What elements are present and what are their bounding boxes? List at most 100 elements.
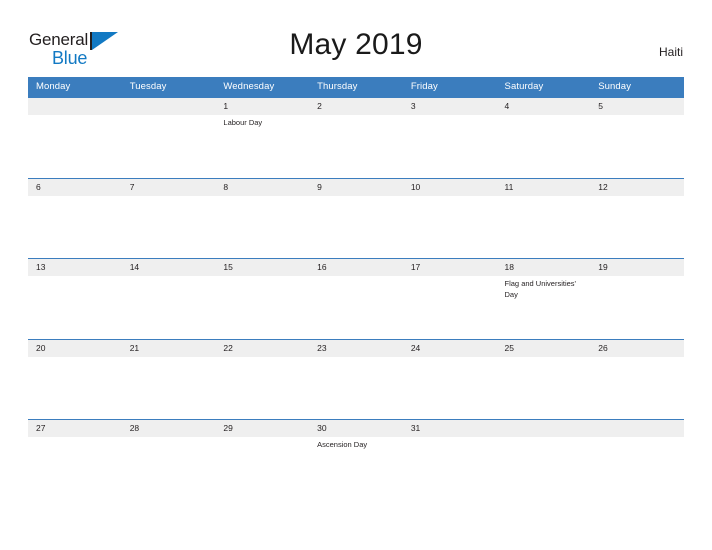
day-event bbox=[411, 357, 493, 360]
day-event bbox=[598, 276, 680, 279]
day-cell[interactable]: 1 Labour Day bbox=[215, 98, 309, 129]
day-event bbox=[411, 196, 493, 199]
day-cell[interactable]: 10 bbox=[403, 179, 497, 199]
week-row: 20 21 22 23 24 25 26 bbox=[28, 338, 684, 420]
page-title: May 2019 bbox=[289, 28, 423, 61]
day-cell[interactable]: 16 bbox=[309, 259, 403, 300]
day-event bbox=[317, 115, 399, 118]
day-cell[interactable]: 2 bbox=[309, 98, 403, 129]
day-number bbox=[505, 420, 591, 437]
weekday-header-sunday: Sunday bbox=[598, 81, 632, 92]
day-event bbox=[505, 196, 587, 199]
day-event bbox=[317, 357, 399, 360]
day-event bbox=[36, 437, 118, 440]
week-row: 6 7 8 9 10 11 12 bbox=[28, 177, 684, 259]
day-event: Ascension Day bbox=[317, 440, 368, 449]
day-number: 25 bbox=[504, 342, 514, 353]
day-event bbox=[317, 196, 399, 199]
day-cell[interactable]: 27 bbox=[28, 420, 122, 451]
day-cell[interactable]: 28 bbox=[122, 420, 216, 451]
day-number bbox=[130, 98, 216, 115]
day-number: 1 bbox=[223, 101, 229, 111]
day-cell[interactable] bbox=[590, 420, 684, 451]
day-cell[interactable]: 23 bbox=[309, 340, 403, 360]
day-number: 15 bbox=[223, 262, 233, 272]
day-cell[interactable]: 12 bbox=[590, 179, 684, 199]
day-number: 3 bbox=[410, 101, 416, 111]
day-number: 19 bbox=[598, 262, 608, 272]
day-cell[interactable]: 11 bbox=[497, 179, 591, 199]
day-cell[interactable]: 7 bbox=[122, 179, 216, 199]
day-event: Flag and Universities' Day bbox=[504, 279, 576, 299]
day-cell[interactable]: 31 bbox=[403, 420, 497, 451]
day-number: 12 bbox=[598, 181, 608, 192]
day-number: 11 bbox=[504, 181, 514, 192]
day-event bbox=[223, 437, 305, 440]
week-row: 27 28 29 30 Ascension Day 31 bbox=[28, 419, 684, 500]
day-event bbox=[598, 357, 680, 360]
day-cell[interactable] bbox=[28, 98, 122, 129]
day-cell[interactable]: 26 bbox=[590, 340, 684, 360]
day-number: 20 bbox=[36, 342, 46, 353]
day-event bbox=[223, 196, 305, 199]
day-event bbox=[411, 437, 493, 440]
day-cell[interactable]: 22 bbox=[215, 340, 309, 360]
page-header: General Blue May 2019 Haiti bbox=[0, 0, 712, 76]
weekday-header-thursday: Thursday bbox=[317, 81, 358, 92]
day-number: 23 bbox=[317, 342, 327, 353]
day-number: 27 bbox=[36, 423, 46, 433]
day-cell[interactable]: 14 bbox=[122, 259, 216, 300]
day-cell[interactable] bbox=[497, 420, 591, 451]
day-number: 13 bbox=[36, 262, 46, 272]
day-event bbox=[317, 276, 399, 279]
day-cell[interactable]: 3 bbox=[403, 98, 497, 129]
day-number: 9 bbox=[317, 181, 322, 192]
day-event bbox=[223, 357, 305, 360]
locale-label: Haiti bbox=[658, 45, 683, 59]
week-row: 13 14 15 16 17 18 Flag and Universities'… bbox=[28, 258, 684, 339]
day-event bbox=[223, 276, 305, 279]
day-event bbox=[411, 115, 493, 118]
day-cell[interactable]: 9 bbox=[309, 179, 403, 199]
weekday-header-saturday: Saturday bbox=[504, 81, 544, 92]
day-cell[interactable]: 15 bbox=[215, 259, 309, 300]
day-cell[interactable]: 8 bbox=[215, 179, 309, 199]
day-number: 6 bbox=[36, 181, 41, 192]
day-cell[interactable]: 5 bbox=[590, 98, 684, 129]
day-cell[interactable]: 6 bbox=[28, 179, 122, 199]
day-event bbox=[411, 276, 493, 279]
day-cell[interactable]: 24 bbox=[403, 340, 497, 360]
day-number: 26 bbox=[598, 342, 608, 353]
day-cell[interactable]: 13 bbox=[28, 259, 122, 300]
weekday-header-tuesday: Tuesday bbox=[129, 81, 167, 92]
day-event bbox=[598, 437, 680, 440]
day-cell[interactable]: 20 bbox=[28, 340, 122, 360]
day-number bbox=[598, 420, 684, 437]
weekday-header-friday: Friday bbox=[410, 81, 438, 92]
day-number: 14 bbox=[129, 262, 140, 272]
weekday-header-monday: Monday bbox=[36, 81, 71, 92]
day-cell[interactable] bbox=[122, 98, 216, 129]
day-cell[interactable]: 29 bbox=[215, 420, 309, 451]
day-cell[interactable]: 30 Ascension Day bbox=[309, 420, 403, 451]
day-cell[interactable]: 19 bbox=[590, 259, 684, 300]
week-row: 1 Labour Day 2 3 4 5 bbox=[28, 97, 684, 178]
day-number: 2 bbox=[317, 101, 322, 111]
day-event bbox=[505, 437, 587, 440]
weekday-header-wednesday: Wednesday bbox=[223, 81, 275, 92]
day-event bbox=[598, 196, 680, 199]
day-cell[interactable]: 25 bbox=[497, 340, 591, 360]
weekday-header-row: Monday Tuesday Wednesday Thursday Friday… bbox=[28, 77, 684, 97]
day-cell[interactable]: 18 Flag and Universities' Day bbox=[497, 259, 591, 300]
day-number: 4 bbox=[504, 101, 510, 111]
day-event bbox=[505, 115, 587, 118]
calendar-grid: Monday Tuesday Wednesday Thursday Friday… bbox=[28, 77, 684, 500]
day-cell[interactable]: 17 bbox=[403, 259, 497, 300]
day-cell[interactable]: 4 bbox=[497, 98, 591, 129]
day-event bbox=[505, 357, 587, 360]
day-number: 8 bbox=[223, 181, 229, 192]
day-cell[interactable]: 21 bbox=[122, 340, 216, 360]
day-number: 18 bbox=[504, 262, 514, 272]
day-number: 7 bbox=[129, 181, 135, 192]
day-number: 24 bbox=[410, 342, 421, 353]
